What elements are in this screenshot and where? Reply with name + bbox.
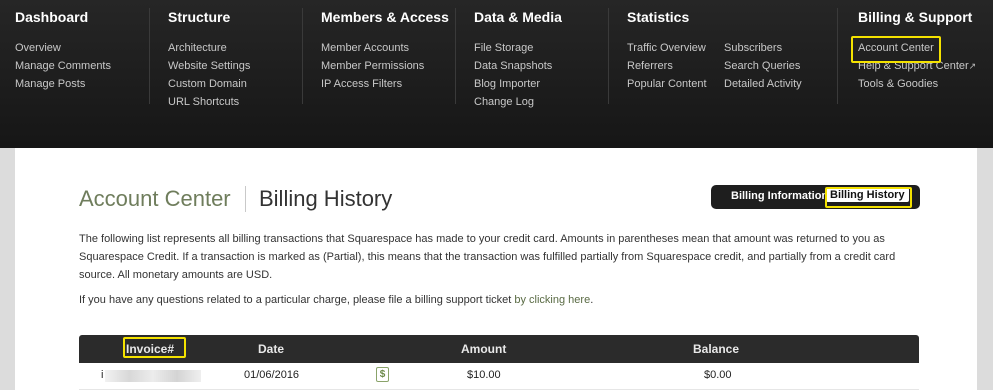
nav-heading-statistics[interactable]: Statistics [627, 9, 689, 25]
column-header-date: Date [258, 342, 285, 356]
invoice-balance: $0.00 [704, 369, 732, 381]
nav-item-data-snapshots[interactable]: Data Snapshots [474, 58, 552, 76]
dollar-receipt-icon[interactable]: $ [376, 367, 389, 382]
nav-item-custom-domain[interactable]: Custom Domain [168, 76, 250, 94]
nav-item-website-settings[interactable]: Website Settings [168, 58, 250, 76]
nav-heading-structure[interactable]: Structure [168, 9, 230, 25]
support-text-end: . [590, 294, 594, 306]
highlight-account-center [851, 36, 941, 63]
nav-item-manage-posts[interactable]: Manage Posts [15, 76, 111, 94]
redacted-invoice-number [105, 370, 201, 382]
nav-divider [608, 8, 609, 104]
invoice-number[interactable]: i [101, 369, 103, 381]
nav-divider [302, 8, 303, 104]
main-panel: Account Center Billing History Billing I… [15, 148, 977, 390]
nav-item-traffic-overview[interactable]: Traffic Overview [627, 40, 707, 58]
nav-divider [149, 8, 150, 104]
nav-heading-members-access[interactable]: Members & Access [321, 9, 449, 25]
nav-item-file-storage[interactable]: File Storage [474, 40, 552, 58]
nav-item-overview[interactable]: Overview [15, 40, 111, 58]
billing-table-header: Invoice# Date Amount Balance [79, 335, 919, 363]
nav-item-url-shortcuts[interactable]: URL Shortcuts [168, 94, 250, 112]
column-header-amount: Amount [461, 342, 507, 356]
support-note: If you have any questions related to a p… [79, 294, 593, 306]
billing-description: The following list represents all billin… [79, 233, 896, 281]
nav-item-search-queries[interactable]: Search Queries [724, 58, 802, 76]
nav-heading-dashboard[interactable]: Dashboard [15, 9, 88, 25]
nav-item-change-log[interactable]: Change Log [474, 94, 552, 112]
external-link-icon: ↗ [968, 61, 977, 71]
invoice-date: 01/06/2016 [244, 369, 300, 381]
nav-item-referrers[interactable]: Referrers [627, 58, 707, 76]
nav-item-manage-comments[interactable]: Manage Comments [15, 58, 111, 76]
highlight-billing-history [825, 187, 912, 208]
support-text: If you have any questions related to a p… [79, 294, 515, 306]
nav-divider [455, 8, 456, 104]
nav-item-popular-content[interactable]: Popular Content [627, 76, 707, 94]
nav-item-detailed-activity[interactable]: Detailed Activity [724, 76, 802, 94]
top-navigation: Dashboard Overview Manage Comments Manag… [0, 0, 993, 148]
tab-billing-information[interactable]: Billing Information [731, 190, 828, 202]
page-title: Billing History [259, 186, 393, 211]
nav-item-blog-importer[interactable]: Blog Importer [474, 76, 552, 94]
nav-item-member-permissions[interactable]: Member Permissions [321, 58, 424, 76]
nav-item-subscribers[interactable]: Subscribers [724, 40, 802, 58]
section-title[interactable]: Account Center [79, 186, 231, 212]
title-divider [245, 186, 246, 212]
nav-item-architecture[interactable]: Architecture [168, 40, 250, 58]
nav-item-member-accounts[interactable]: Member Accounts [321, 40, 424, 58]
support-ticket-link[interactable]: by clicking here [514, 294, 590, 306]
nav-divider [837, 8, 838, 104]
highlight-invoice-header [123, 337, 186, 358]
nav-item-tools-goodies[interactable]: Tools & Goodies [858, 76, 976, 94]
table-row[interactable]: i 01/06/2016 $ $10.00 $0.00 [79, 363, 919, 390]
column-header-balance: Balance [693, 342, 740, 356]
nav-heading-data-media[interactable]: Data & Media [474, 9, 562, 25]
nav-heading-billing-support[interactable]: Billing & Support [858, 9, 972, 25]
invoice-amount: $10.00 [467, 369, 501, 381]
nav-item-ip-access-filters[interactable]: IP Access Filters [321, 76, 424, 94]
